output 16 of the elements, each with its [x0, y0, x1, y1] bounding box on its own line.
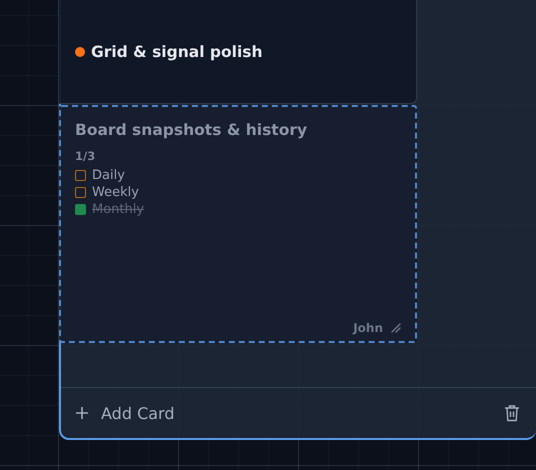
plus-icon — [75, 406, 89, 420]
checklist-progress: 1/3 — [75, 149, 96, 163]
card-title: Board snapshots & history — [75, 121, 308, 139]
checkbox[interactable] — [75, 187, 86, 198]
add-card-button[interactable]: Add Card — [75, 404, 174, 422]
resize-handle-icon[interactable] — [391, 323, 401, 333]
delete-icon[interactable] — [504, 404, 520, 422]
task-card[interactable]: Board snapshots & history 1/3 Daily Weekly Monthly John — [59, 105, 417, 343]
checklist-item: Monthly — [92, 202, 144, 217]
checklist-item: Daily — [92, 168, 125, 183]
checkbox[interactable] — [75, 204, 86, 215]
checkbox[interactable] — [75, 170, 86, 181]
task-card[interactable]: Grid & signal polish — [59, 0, 417, 104]
assignee-name: John — [353, 321, 383, 335]
card-title: Grid & signal polish — [91, 42, 263, 60]
checklist-item: Weekly — [92, 185, 139, 200]
